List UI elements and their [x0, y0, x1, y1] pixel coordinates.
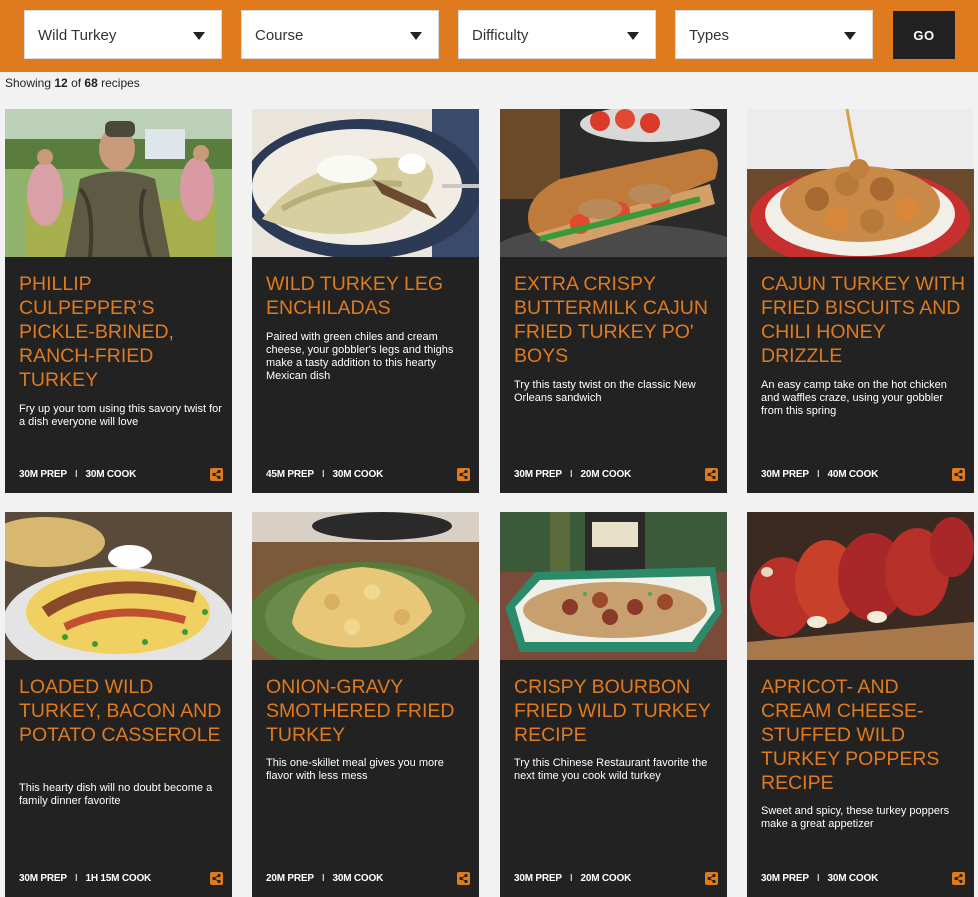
- recipe-title[interactable]: Onion-Gravy Smothered Fried Turkey: [266, 675, 471, 747]
- course-select[interactable]: Course: [241, 10, 439, 59]
- recipe-image[interactable]: [500, 109, 727, 257]
- chevron-down-icon: [844, 32, 856, 40]
- cook-time: 40M COOK: [827, 469, 879, 480]
- recipe-times: 30M PREP I 30M COOK: [761, 873, 879, 884]
- cook-time: 30M COOK: [85, 469, 137, 480]
- difficulty-select[interactable]: Difficulty: [458, 10, 656, 59]
- results-count: Showing 12 of 68 recipes: [5, 76, 140, 90]
- recipe-description: Paired with green chiles and cream chees…: [266, 331, 454, 382]
- recipe-title[interactable]: Crispy Bourbon Fried Wild Turkey Recipe: [514, 675, 719, 747]
- recipe-title[interactable]: Loaded Wild Turkey, Bacon and Potato Cas…: [19, 675, 224, 747]
- prep-time: 30M PREP: [19, 873, 67, 884]
- species-select[interactable]: Wild Turkey: [24, 10, 222, 59]
- prep-time: 30M PREP: [514, 469, 562, 480]
- recipe-image[interactable]: [747, 109, 974, 257]
- chevron-down-icon: [627, 32, 639, 40]
- recipe-times: 30M PREP I 30M COOK: [19, 469, 137, 480]
- recipe-title[interactable]: Wild Turkey Leg Enchiladas: [266, 272, 471, 320]
- recipe-times: 30M PREP I 20M COOK: [514, 873, 632, 884]
- results-shown: 12: [54, 76, 68, 90]
- recipe-times: 30M PREP I 40M COOK: [761, 469, 879, 480]
- recipe-card[interactable]: Onion-Gravy Smothered Fried Turkey This …: [252, 512, 479, 897]
- cook-time: 1H 15M COOK: [85, 873, 152, 884]
- results-of: of: [67, 76, 85, 90]
- share-icon[interactable]: [210, 872, 223, 885]
- chevron-down-icon: [410, 32, 422, 40]
- cook-time: 20M COOK: [580, 469, 632, 480]
- recipe-title[interactable]: Cajun Turkey with Fried Biscuits and Chi…: [761, 272, 966, 368]
- recipe-description: This hearty dish will no doubt become a …: [19, 782, 213, 807]
- share-icon[interactable]: [705, 872, 718, 885]
- species-select-value: Wild Turkey: [38, 27, 117, 44]
- types-select-value: Types: [689, 27, 730, 44]
- prep-time: 30M PREP: [761, 873, 809, 884]
- recipe-times: 30M PREP I 20M COOK: [514, 469, 632, 480]
- recipe-times: 30M PREP I 1H 15M COOK: [19, 873, 152, 884]
- prep-time: 20M PREP: [266, 873, 314, 884]
- recipe-card[interactable]: Crispy Bourbon Fried Wild Turkey Recipe …: [500, 512, 727, 897]
- share-icon[interactable]: [210, 468, 223, 481]
- recipe-image[interactable]: [252, 512, 479, 660]
- recipe-image[interactable]: [5, 109, 232, 257]
- recipe-description: This one-skillet meal gives you more fla…: [266, 757, 444, 782]
- recipe-card[interactable]: Apricot- and Cream Cheese-Stuffed Wild T…: [747, 512, 974, 897]
- course-select-value: Course: [255, 27, 304, 44]
- share-icon[interactable]: [705, 468, 718, 481]
- recipe-title[interactable]: Apricot- and Cream Cheese-Stuffed Wild T…: [761, 675, 966, 795]
- results-suffix: recipes: [97, 76, 140, 90]
- chevron-down-icon: [193, 32, 205, 40]
- results-total: 68: [84, 76, 98, 90]
- recipe-description: Sweet and spicy, these turkey poppers ma…: [761, 805, 950, 830]
- share-icon[interactable]: [952, 468, 965, 481]
- go-button[interactable]: GO: [893, 11, 955, 59]
- results-prefix: Showing: [5, 76, 55, 90]
- difficulty-select-value: Difficulty: [472, 27, 529, 44]
- recipe-title[interactable]: Phillip Culpepper’s Pickle-Brined, Ranch…: [19, 272, 224, 392]
- prep-time: 30M PREP: [514, 873, 562, 884]
- recipe-image[interactable]: [5, 512, 232, 660]
- share-icon[interactable]: [457, 468, 470, 481]
- recipe-card[interactable]: Phillip Culpepper’s Pickle-Brined, Ranch…: [5, 109, 232, 493]
- recipe-image[interactable]: [252, 109, 479, 257]
- filter-bar: Wild Turkey Course Difficulty Types GO: [0, 0, 978, 72]
- cook-time: 30M COOK: [332, 873, 384, 884]
- recipe-card[interactable]: Wild Turkey Leg Enchiladas Paired with g…: [252, 109, 479, 493]
- recipe-image[interactable]: [500, 512, 727, 660]
- cook-time: 30M COOK: [827, 873, 879, 884]
- share-icon[interactable]: [952, 872, 965, 885]
- recipe-description: Try this Chinese Restaurant favorite the…: [514, 757, 708, 782]
- recipe-description: Try this tasty twist on the classic New …: [514, 379, 696, 404]
- recipe-card[interactable]: Extra Crispy Buttermilk Cajun Fried Turk…: [500, 109, 727, 493]
- types-select[interactable]: Types: [675, 10, 873, 59]
- recipe-card[interactable]: Loaded Wild Turkey, Bacon and Potato Cas…: [5, 512, 232, 897]
- recipe-times: 45M PREP I 30M COOK: [266, 469, 384, 480]
- prep-time: 30M PREP: [761, 469, 809, 480]
- cook-time: 30M COOK: [332, 469, 384, 480]
- recipe-description: An easy camp take on the hot chicken and…: [761, 379, 947, 417]
- prep-time: 30M PREP: [19, 469, 67, 480]
- recipe-card[interactable]: Cajun Turkey with Fried Biscuits and Chi…: [747, 109, 974, 493]
- recipe-times: 20M PREP I 30M COOK: [266, 873, 384, 884]
- recipe-title[interactable]: Extra Crispy Buttermilk Cajun Fried Turk…: [514, 272, 719, 368]
- share-icon[interactable]: [457, 872, 470, 885]
- recipe-image[interactable]: [747, 512, 974, 660]
- prep-time: 45M PREP: [266, 469, 314, 480]
- recipe-description: Fry up your tom using this savory twist …: [19, 403, 222, 428]
- cook-time: 20M COOK: [580, 873, 632, 884]
